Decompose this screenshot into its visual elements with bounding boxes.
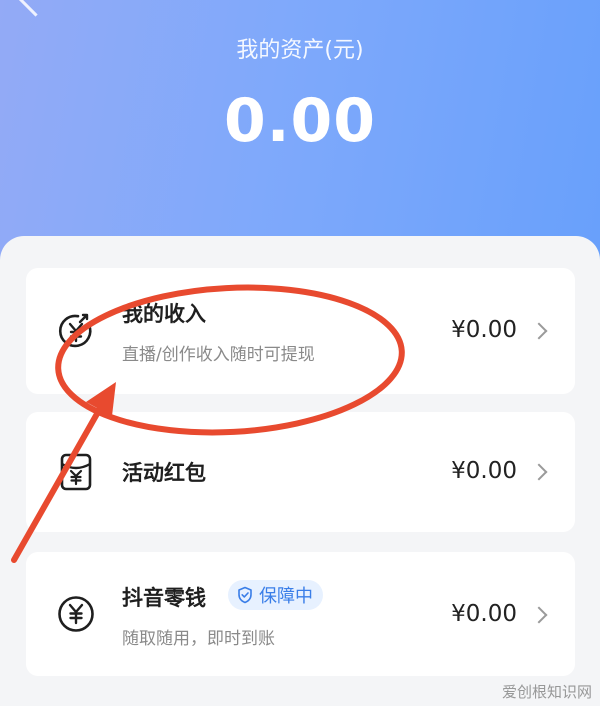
income-row[interactable]: 我的收入 直播/创作收入随时可提现 ¥0.00 xyxy=(26,268,575,394)
assets-label: 我的资产(元) xyxy=(236,38,364,63)
income-subtitle: 直播/创作收入随时可提现 xyxy=(122,345,315,365)
protected-badge: 保障中 xyxy=(228,580,323,610)
shield-check-icon xyxy=(238,586,252,604)
wallet-change-subtitle: 随取随用，即时到账 xyxy=(122,629,275,649)
red-packet-icon xyxy=(60,453,92,491)
red-packet-title: 活动红包 xyxy=(122,461,206,485)
watermark: 爱创根知识网 xyxy=(501,683,592,701)
income-amount: ¥0.00 xyxy=(451,317,517,343)
back-arrow-icon[interactable] xyxy=(16,0,55,17)
protected-badge-label: 保障中 xyxy=(259,586,313,607)
yuan-coin-icon xyxy=(58,596,94,632)
income-title: 我的收入 xyxy=(122,302,206,326)
red-packet-row[interactable]: 活动红包 ¥0.00 xyxy=(26,412,575,532)
total-assets-amount: 0.00 xyxy=(223,86,377,156)
chevron-right-icon xyxy=(530,463,548,481)
income-icon xyxy=(58,313,92,348)
chevron-right-icon xyxy=(530,322,548,340)
chevron-right-icon xyxy=(530,606,548,624)
red-packet-amount: ¥0.00 xyxy=(451,458,517,484)
wallet-change-title: 抖音零钱 xyxy=(122,586,206,610)
wallet-change-amount: ¥0.00 xyxy=(451,601,517,627)
wallet-change-row[interactable]: 抖音零钱 保障中 随取随用，即时到账 ¥0.00 xyxy=(26,552,575,676)
